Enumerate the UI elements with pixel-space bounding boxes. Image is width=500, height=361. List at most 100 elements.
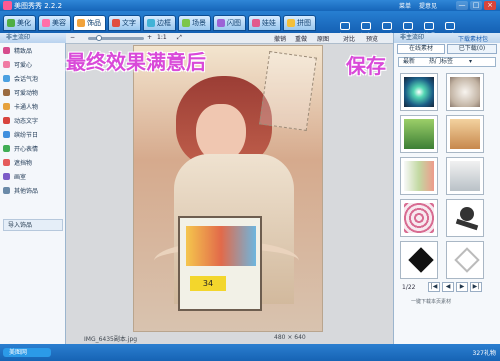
- tab-doll[interactable]: 娃娃: [248, 15, 281, 31]
- import-decoration-button[interactable]: 导入饰品: [3, 219, 63, 231]
- app-logo: [3, 1, 12, 10]
- left-item-cartoon[interactable]: 卡通人物: [3, 102, 63, 113]
- material-thumbnail[interactable]: [446, 157, 484, 195]
- frame-icon: [147, 19, 155, 27]
- material-thumbnail[interactable]: [446, 199, 484, 237]
- edit-toolbar: − + 1:1 ⤢ 撤销 重做 原图 对比 预览: [66, 33, 393, 44]
- tab-beautify[interactable]: 美化: [3, 15, 36, 31]
- fog-thumb: [450, 161, 480, 191]
- hot-tags-select[interactable]: 热门标签: [429, 58, 453, 65]
- left-item-mask-label: 遮挡物: [14, 160, 33, 167]
- burned-paper-thumb: [450, 119, 480, 149]
- left-panel: 非主流印 精致品 可爱心 会话气泡 可爱动物 卡通人物 动态文字 缤纷节日 开心…: [0, 33, 66, 344]
- tab-decoration[interactable]: 饰品: [73, 15, 106, 31]
- light-thumb: [404, 161, 434, 191]
- download-pack-link[interactable]: 下载素材包: [458, 34, 488, 43]
- tab-face-label: 美容: [52, 19, 66, 27]
- left-item-heart-label: 可爱心: [14, 62, 33, 69]
- left-item-holiday-label: 缤纷节日: [14, 132, 39, 139]
- close-button[interactable]: ×: [484, 1, 496, 10]
- left-item-emotion[interactable]: 开心表情: [3, 144, 63, 155]
- tab-puzzle[interactable]: 拼图: [283, 15, 316, 31]
- more-icon: [445, 22, 455, 30]
- left-item-emotion-label: 开心表情: [14, 146, 39, 153]
- material-thumbnail[interactable]: [446, 73, 484, 111]
- feedback-link[interactable]: 提意见: [419, 1, 437, 10]
- left-item-animal-label: 可爱动物: [14, 90, 39, 97]
- left-item-dynamic-text[interactable]: 动态文字: [3, 116, 63, 127]
- tab-frame[interactable]: 边框: [143, 15, 176, 31]
- book: 34: [178, 216, 262, 311]
- edited-photo[interactable]: 34: [133, 45, 323, 332]
- tab-scene[interactable]: 场景: [178, 15, 211, 31]
- tab-flash[interactable]: 闪图: [213, 15, 246, 31]
- zoom-ratio[interactable]: 1:1: [157, 34, 167, 41]
- material-thumbnail[interactable]: [400, 199, 438, 237]
- left-panel-header: 非主流印: [0, 33, 66, 43]
- left-item-animal[interactable]: 可爱动物: [3, 88, 63, 99]
- download-all-link[interactable]: 一键下载本页素材: [411, 298, 451, 305]
- doll-icon: [252, 19, 260, 27]
- nature-thumb: [404, 119, 434, 149]
- gift-link[interactable]: 327礼物: [473, 348, 496, 357]
- tab-frame-label: 边框: [157, 19, 171, 27]
- left-item-fine[interactable]: 精致品: [3, 46, 63, 57]
- zoom-fit-icon[interactable]: ⤢: [177, 34, 182, 42]
- tab-flash-label: 闪图: [227, 19, 241, 27]
- left-item-other-label: 其他饰品: [14, 188, 39, 195]
- last-page-button[interactable]: ▶|: [470, 282, 482, 292]
- left-item-bubble-label: 会话气泡: [14, 76, 39, 83]
- filter-newest[interactable]: 最新: [403, 58, 415, 65]
- tab-decoration-label: 饰品: [87, 19, 101, 27]
- chevron-down-icon[interactable]: ▾: [469, 58, 472, 66]
- tab-puzzle-label: 拼图: [297, 19, 311, 27]
- minimize-button[interactable]: —: [456, 1, 468, 10]
- image-size: 480 × 640: [274, 334, 306, 341]
- flash-icon: [217, 19, 225, 27]
- left-item-mask[interactable]: 遮挡物: [3, 158, 63, 169]
- skull-icon: [460, 207, 474, 221]
- left-item-other[interactable]: 其他饰品: [3, 186, 63, 197]
- undo-button[interactable]: 撤销: [274, 34, 286, 43]
- tab-downloaded[interactable]: 已下载(0): [447, 44, 497, 54]
- camera-icon: [424, 22, 434, 30]
- other-icon: [3, 187, 10, 194]
- tab-online-materials[interactable]: 在线素材: [397, 44, 445, 54]
- holiday-icon: [3, 131, 10, 138]
- zoom-in-icon[interactable]: +: [147, 34, 152, 41]
- compare-button[interactable]: 对比: [343, 34, 355, 43]
- previous-page-button[interactable]: ◀: [442, 282, 454, 292]
- open-icon: [340, 22, 350, 30]
- first-page-button[interactable]: |◀: [428, 282, 440, 292]
- redo-button[interactable]: 重做: [295, 34, 307, 43]
- next-page-button[interactable]: ▶: [456, 282, 468, 292]
- reset-button[interactable]: 原图: [317, 34, 329, 43]
- left-item-studio[interactable]: 画室: [3, 172, 63, 183]
- material-thumbnail[interactable]: [446, 241, 484, 279]
- tab-text[interactable]: 文字: [108, 15, 141, 31]
- paper-frame-edge: [259, 51, 317, 131]
- material-thumbnail[interactable]: [400, 73, 438, 111]
- left-item-heart[interactable]: 可爱心: [3, 60, 63, 71]
- left-item-holiday[interactable]: 缤纷节日: [3, 130, 63, 141]
- material-thumbnail[interactable]: [446, 115, 484, 153]
- tab-face[interactable]: 美容: [38, 15, 71, 31]
- preview-button[interactable]: 预览: [366, 34, 378, 43]
- zoom-knob[interactable]: [96, 35, 102, 41]
- meitu-site-button[interactable]: 美图网: [3, 348, 51, 357]
- left-item-studio-label: 画室: [14, 174, 27, 181]
- save-icon: [361, 22, 371, 30]
- tab-doll-label: 娃娃: [262, 19, 276, 27]
- left-item-bubble[interactable]: 会话气泡: [3, 74, 63, 85]
- menu-link[interactable]: 菜单: [399, 1, 411, 10]
- filter-bar: 最新 热门标签 ▾: [398, 57, 496, 67]
- tab-beautify-label: 美化: [17, 19, 31, 27]
- material-thumbnail[interactable]: [400, 115, 438, 153]
- zoom-out-icon[interactable]: −: [70, 34, 75, 41]
- material-thumbnail[interactable]: [400, 241, 438, 279]
- material-thumbnail[interactable]: [400, 157, 438, 195]
- text-icon: [112, 19, 120, 27]
- left-item-dynamic-text-label: 动态文字: [14, 118, 39, 125]
- left-item-fine-label: 精致品: [14, 48, 33, 55]
- maximize-button[interactable]: □: [470, 1, 482, 10]
